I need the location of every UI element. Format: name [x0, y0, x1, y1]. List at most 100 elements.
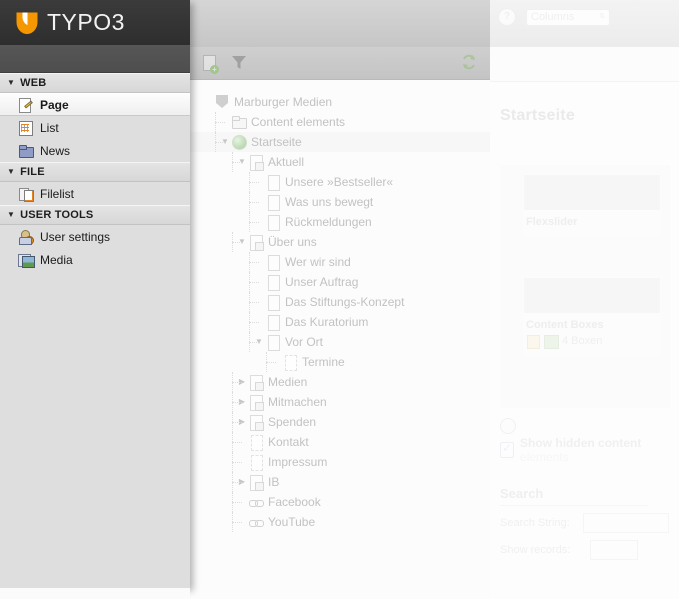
refresh-icon[interactable]: [460, 53, 480, 73]
doc-header: [490, 47, 679, 82]
tree-node[interactable]: ▼ Vor Ort: [190, 332, 490, 352]
tree-node[interactable]: Das Kuratorium: [190, 312, 490, 332]
content-element-content-boxes[interactable]: Content Boxes 4 Boxen: [523, 277, 661, 357]
tree-node-label: Unser Auftrag: [285, 275, 359, 289]
tree-node[interactable]: ▶ Spenden: [190, 412, 490, 432]
page-icon: [265, 334, 281, 351]
tree-connector: [249, 342, 259, 344]
sidebar-item-label: User settings: [40, 229, 111, 244]
tree-node[interactable]: Was uns bewegt: [190, 192, 490, 212]
show-hidden-suffix: elements: [520, 450, 569, 464]
menu-section-file[interactable]: ▼ FILE: [0, 162, 190, 182]
tree-node[interactable]: Content elements: [190, 112, 490, 132]
sidebar-item-label: Page: [40, 97, 69, 112]
help-icon[interactable]: [500, 418, 516, 434]
content-topbar: ? Columns ⇅: [490, 0, 679, 70]
caret-down-icon: ▼: [7, 167, 16, 176]
tree-node[interactable]: YouTube: [190, 512, 490, 532]
tree-connector: [232, 402, 242, 404]
tree-connector: [249, 262, 259, 264]
globe-icon: [231, 134, 247, 150]
tree-node-label: Das Stiftungs-Konzept: [285, 295, 405, 309]
tree-connector: [232, 162, 242, 164]
tree-node-label: IB: [268, 475, 280, 489]
sidebar-item-page[interactable]: Page: [0, 93, 190, 116]
shortcut-icon: [248, 234, 264, 251]
sidebar-item-list[interactable]: List: [0, 116, 190, 139]
clipboard-icon: [526, 334, 540, 349]
sidebar-item-user-settings[interactable]: User settings: [0, 225, 190, 248]
gear-icon: [25, 235, 34, 245]
page-hidden-icon: [248, 454, 264, 471]
tree-node[interactable]: Kontakt: [190, 432, 490, 452]
sidebar-item-label: Filelist: [40, 186, 75, 201]
link-icon: [248, 514, 264, 530]
image-icon: [544, 334, 559, 349]
tree-connector: [232, 422, 242, 424]
menu-section-web[interactable]: ▼ WEB: [0, 73, 190, 93]
new-page-icon[interactable]: [200, 53, 220, 74]
tree-node[interactable]: ▶ Medien: [190, 372, 490, 392]
page-hidden-icon: [282, 354, 298, 371]
media-icon: [18, 252, 35, 268]
tree-node[interactable]: Marburger Medien: [190, 92, 490, 112]
tree-node[interactable]: ▶ Mitmachen: [190, 392, 490, 412]
view-mode-value: Columns: [531, 11, 575, 23]
tree-node-label: Kontakt: [268, 435, 309, 449]
page-icon: [265, 274, 281, 291]
sidebar-item-label: Media: [40, 252, 73, 267]
content-element-thumb: [524, 278, 660, 313]
tree-node[interactable]: ▶ IB: [190, 472, 490, 492]
content-element-flexslider[interactable]: Flexslider: [523, 174, 661, 237]
content-element-title: Flexslider: [526, 216, 578, 228]
content-element-thumb: [524, 175, 660, 210]
tree-node[interactable]: ▼ Über uns: [190, 232, 490, 252]
tree-connector: [249, 302, 259, 304]
tree-node[interactable]: Rückmeldungen: [190, 212, 490, 232]
page-icon: [265, 254, 281, 271]
search-string-input[interactable]: [583, 513, 669, 533]
tree-node[interactable]: ▼ Startseite: [190, 132, 490, 152]
content-body: Startseite Flexslider Content Boxes 4 Bo…: [490, 81, 679, 599]
checkbox-checked-icon[interactable]: [500, 441, 515, 458]
tree-node-label: Wer wir sind: [285, 255, 351, 269]
tree-node[interactable]: Impressum: [190, 452, 490, 472]
shortcut-icon: [248, 414, 264, 431]
view-mode-select[interactable]: Columns ⇅: [526, 8, 610, 26]
tree-node[interactable]: Facebook: [190, 492, 490, 512]
tree-connector: [249, 322, 259, 324]
typo3-backend: TYPO3 ▼ WEB Page List News ▼ FILE Filelist ▼ USER…: [0, 0, 679, 599]
column-gap: [509, 357, 661, 397]
tree-node-label: Das Kuratorium: [285, 315, 369, 329]
sidebar-item-news[interactable]: News: [0, 139, 190, 162]
tree-node[interactable]: Termine: [190, 352, 490, 372]
sidebar-item-filelist[interactable]: Filelist: [0, 182, 190, 205]
tree-connector: [249, 222, 259, 224]
typo3-logo-icon: [14, 10, 40, 36]
tree-node-label: Aktuell: [268, 155, 305, 169]
page-title: Startseite: [500, 107, 575, 124]
menu-section-user-tools[interactable]: ▼ USER TOOLS: [0, 205, 190, 225]
tree-node[interactable]: Unser Auftrag: [190, 272, 490, 292]
page-hidden-icon: [248, 434, 264, 451]
filter-icon[interactable]: [230, 53, 250, 73]
page-icon: [265, 194, 281, 211]
search-string-row: Search String:: [500, 513, 669, 533]
tree-node[interactable]: Unsere »Bestseller«: [190, 172, 490, 192]
tree-connector: [232, 522, 242, 524]
tree-node[interactable]: ▼ Aktuell: [190, 152, 490, 172]
show-hidden-content-toggle[interactable]: Show hidden content elements: [500, 436, 669, 464]
tree-node-label: Medien: [268, 375, 308, 389]
show-records-input[interactable]: [590, 540, 638, 560]
content-element-meta: 4 Boxen: [524, 331, 660, 349]
tree-node[interactable]: Wer wir sind: [190, 252, 490, 272]
folder-icon: [18, 143, 34, 159]
menu-section-label: FILE: [20, 166, 45, 178]
tree-node-label: Facebook: [268, 495, 321, 509]
sidebar-item-media[interactable]: Media: [0, 248, 190, 271]
tree-node-label: Spenden: [268, 415, 317, 429]
help-icon[interactable]: ?: [498, 8, 516, 26]
tree-connector: [232, 382, 242, 384]
shortcut-icon: [248, 394, 264, 411]
tree-node[interactable]: Das Stiftungs-Konzept: [190, 292, 490, 312]
